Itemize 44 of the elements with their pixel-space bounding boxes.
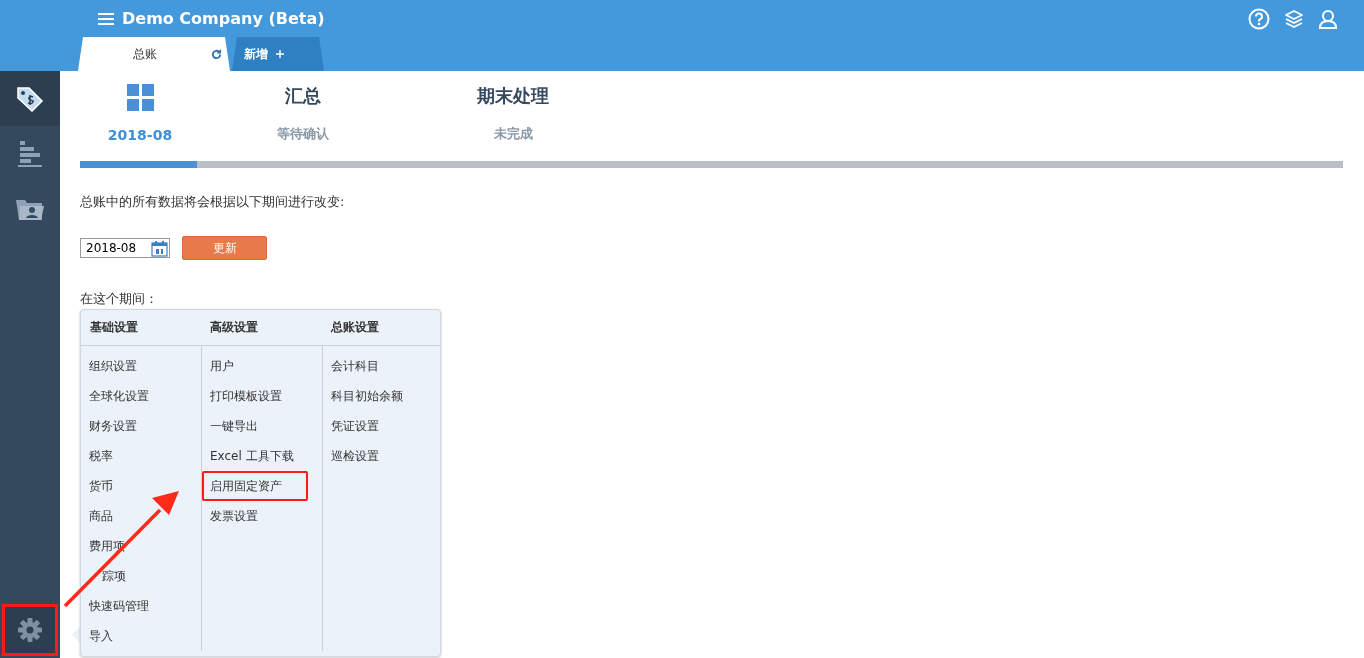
company-title: Demo Company (Beta) xyxy=(122,9,325,28)
sidebar-item[interactable] xyxy=(0,71,60,126)
step-title: 汇总 xyxy=(285,84,321,108)
menu-item[interactable]: 货币 xyxy=(81,471,201,501)
menu-item[interactable]: 启用固定资产 xyxy=(202,471,308,501)
menu-item[interactable]: 快速码管理 xyxy=(81,591,201,621)
menu-item[interactable]: 发票设置 xyxy=(202,501,322,531)
menu-item[interactable]: 踪项 xyxy=(81,561,201,591)
price-tag-icon xyxy=(16,85,44,112)
menu-item[interactable]: 财务设置 xyxy=(81,411,201,441)
menu-item[interactable]: 导入 xyxy=(81,621,201,651)
intro-text: 总账中的所有数据将会根据以下期间进行改变: xyxy=(80,193,346,211)
tab[interactable]: 总账 xyxy=(78,37,230,71)
help-icon[interactable] xyxy=(1248,7,1270,30)
menu-item[interactable]: 打印模板设置 xyxy=(202,381,322,411)
menu-item[interactable]: 税率 xyxy=(81,441,201,471)
menu-heading: 总账设置 xyxy=(322,310,440,346)
settings-icon[interactable] xyxy=(17,617,43,643)
settings-item[interactable] xyxy=(2,604,58,656)
menu-item[interactable]: 巡检设置 xyxy=(323,441,440,471)
menu-icon[interactable] xyxy=(98,11,114,26)
step-title: 期末处理 xyxy=(477,84,549,108)
menu-item[interactable]: 一键导出 xyxy=(202,411,322,441)
menu-heading: 高级设置 xyxy=(201,310,322,346)
menu-item[interactable]: 组织设置 xyxy=(81,351,201,381)
step-status: 未完成 xyxy=(493,125,533,143)
menu-item[interactable]: Excel 工具下载 xyxy=(202,441,322,471)
plus-icon[interactable] xyxy=(276,50,284,58)
step-status: 2018-08 xyxy=(107,127,173,143)
menu-item[interactable]: 会计科目 xyxy=(323,351,440,381)
layers-icon[interactable] xyxy=(1284,8,1304,29)
dashboard-icon xyxy=(126,84,154,111)
bar-chart-icon xyxy=(17,139,43,168)
step-status: 等待确认 xyxy=(277,125,329,143)
menu-item[interactable]: 用户 xyxy=(202,351,322,381)
menu-item[interactable]: 商品 xyxy=(81,501,201,531)
menu-heading: 基础设置 xyxy=(81,310,201,346)
menu-item[interactable]: 凭证设置 xyxy=(323,411,440,441)
menu-item[interactable]: 全球化设置 xyxy=(81,381,201,411)
menu-item[interactable]: 科目初始余额 xyxy=(323,381,440,411)
refresh-icon[interactable] xyxy=(211,48,222,60)
user-icon[interactable] xyxy=(1318,8,1338,29)
tab[interactable]: 新增 xyxy=(232,37,324,71)
period-label: 在这个期间： xyxy=(80,290,159,308)
